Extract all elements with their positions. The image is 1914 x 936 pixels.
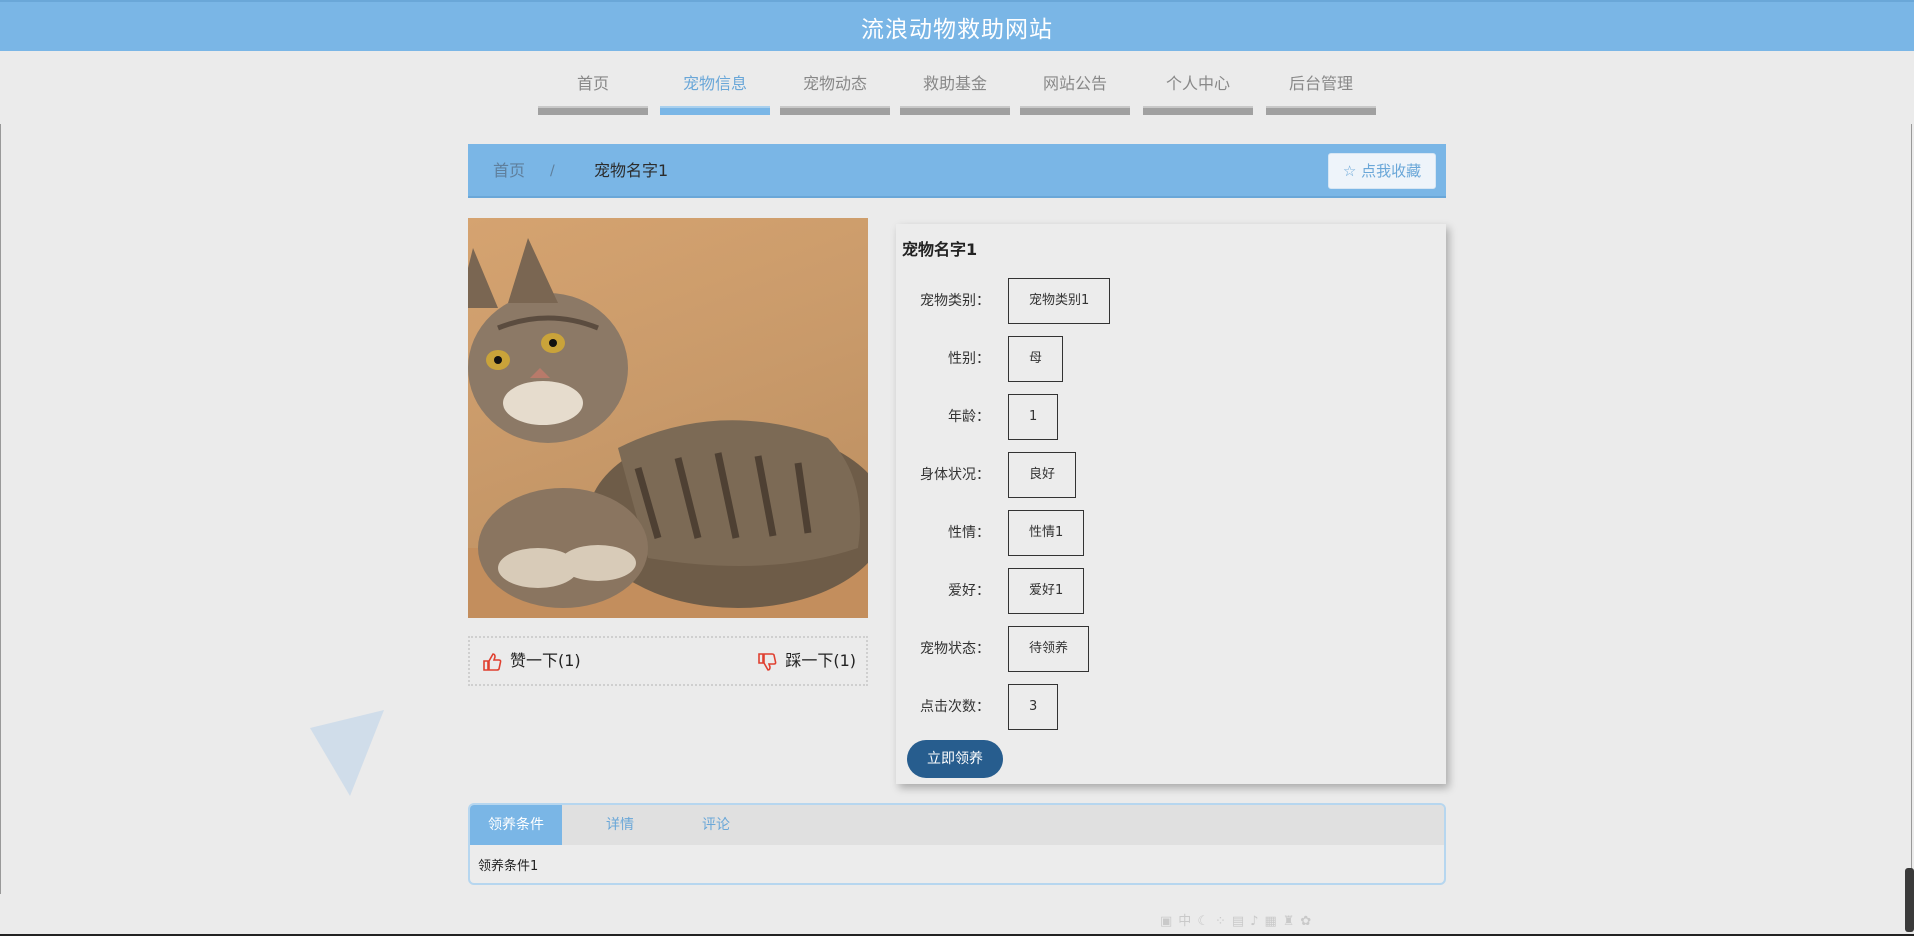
nav-item-underline <box>1143 106 1253 115</box>
field-value: 良好 <box>1008 452 1077 498</box>
nav-item-label: 救助基金 <box>922 74 987 93</box>
toolbar-icon-skin: ▣ <box>1160 914 1179 929</box>
nav-item-underline <box>538 106 648 115</box>
field-label: 宠物类别： <box>920 293 990 309</box>
scrollbar-thumb[interactable] <box>1905 868 1914 932</box>
pet-photo <box>468 218 868 618</box>
toolbar-icon-mic: ♪ <box>1250 914 1265 929</box>
nav-item-personal-center[interactable]: 个人中心 <box>1143 70 1253 115</box>
field-value: 宠物类别1 <box>1008 278 1111 324</box>
field-label: 年龄： <box>948 409 990 425</box>
site-header: 流浪动物救助网站 <box>0 0 1914 51</box>
toolbar-icon-dots: ⁘ <box>1214 914 1232 929</box>
nav-item-label: 后台管理 <box>1288 74 1353 93</box>
toolbar-icon-shirt: ♜ <box>1282 914 1301 929</box>
field-row-hobby: 爱好： 爱好1 <box>896 568 1436 614</box>
pet-info-card: 宠物名字1 宠物类别： 宠物类别1 性别： 母 年龄： 1 身体状况： 良好 性… <box>896 224 1446 784</box>
pet-name: 宠物名字1 <box>902 240 978 259</box>
field-row-temperament: 性情： 性情1 <box>896 510 1436 556</box>
field-row-status: 宠物状态： 待领养 <box>896 626 1436 672</box>
field-value: 性情1 <box>1008 510 1085 556</box>
field-value: 3 <box>1008 684 1059 730</box>
field-value: 母 <box>1008 336 1064 382</box>
toolbar-icon-grid: ▦ <box>1264 914 1283 929</box>
star-icon: ☆ <box>1342 162 1357 180</box>
nav-item-underline <box>1266 106 1376 115</box>
field-value: 1 <box>1008 394 1059 440</box>
tab-content: 领养条件1 <box>478 859 539 874</box>
nav-item-admin[interactable]: 后台管理 <box>1266 70 1376 115</box>
thumbs-down-icon <box>758 652 777 671</box>
like-button[interactable]: 赞一下(1) <box>482 638 581 684</box>
field-label: 点击次数： <box>920 699 990 715</box>
cat-photo-icon <box>468 238 868 618</box>
nav-item-label: 个人中心 <box>1165 74 1230 93</box>
dislike-label: 踩一下(1) <box>785 651 856 670</box>
nav-item-home[interactable]: 首页 <box>538 70 648 115</box>
field-value: 爱好1 <box>1008 568 1085 614</box>
nav-item-underline <box>900 106 1010 115</box>
page-frame-right <box>1911 124 1912 894</box>
field-row-category: 宠物类别： 宠物类别1 <box>896 278 1436 324</box>
nav-item-underline <box>780 106 890 115</box>
site-title: 流浪动物救助网站 <box>861 16 1053 43</box>
breadcrumb-current: 宠物名字1 <box>594 161 669 180</box>
decorative-triangle <box>310 710 384 796</box>
breadcrumb-home-link[interactable]: 首页 <box>493 144 525 198</box>
breadcrumb: 首页 / 宠物名字1 ☆ 点我收藏 <box>468 144 1446 198</box>
tab-adoption-conditions[interactable]: 领养条件 <box>470 805 562 845</box>
breadcrumb-separator: / <box>550 163 555 179</box>
toolbar-icon-keyboard: ▤ <box>1231 914 1251 929</box>
tab-details[interactable]: 详情 <box>580 805 660 845</box>
like-label: 赞一下(1) <box>510 651 581 670</box>
nav-item-rescue-fund[interactable]: 救助基金 <box>900 70 1010 115</box>
tab-header: 领养条件 详情 评论 <box>470 805 1444 845</box>
field-row-gender: 性别： 母 <box>896 336 1436 382</box>
nav-item-label: 网站公告 <box>1042 74 1107 93</box>
dislike-button[interactable]: 踩一下(1) <box>757 638 856 684</box>
field-label: 爱好： <box>948 583 990 599</box>
nav-item-label: 宠物动态 <box>802 74 867 93</box>
nav-item-pet-info[interactable]: 宠物信息 <box>660 70 770 115</box>
detail-tabs: 领养条件 详情 评论 领养条件1 <box>468 803 1446 885</box>
favorite-button[interactable]: ☆ 点我收藏 <box>1328 153 1436 189</box>
input-method-toolbar[interactable]: ▣中☾⁘▤♪▦♜✿ <box>1160 910 1317 929</box>
nav-item-label: 首页 <box>576 74 609 93</box>
field-label: 性情： <box>948 525 990 541</box>
nav-item-underline <box>1020 106 1130 115</box>
field-label: 宠物状态： <box>920 641 990 657</box>
gear-icon: ✿ <box>1300 914 1318 929</box>
field-row-age: 年龄： 1 <box>896 394 1436 440</box>
thumbs-up-icon <box>483 652 502 671</box>
vote-panel: 赞一下(1) 踩一下(1) <box>468 636 868 686</box>
nav-item-pet-news[interactable]: 宠物动态 <box>780 70 890 115</box>
tab-comments[interactable]: 评论 <box>676 805 756 845</box>
toolbar-icon-moon: ☾ <box>1197 914 1215 929</box>
field-row-click-count: 点击次数： 3 <box>896 684 1436 730</box>
field-label: 性别： <box>948 351 990 367</box>
nav-item-label: 宠物信息 <box>682 74 747 93</box>
field-label: 身体状况： <box>920 467 990 483</box>
field-value: 待领养 <box>1008 626 1090 672</box>
toolbar-icon-chinese: 中 <box>1178 914 1198 929</box>
main-nav: 首页 宠物信息 宠物动态 救助基金 网站公告 个人中心 后台管理 <box>0 70 1914 115</box>
field-row-health: 身体状况： 良好 <box>896 452 1436 498</box>
adopt-now-button[interactable]: 立即领养 <box>907 740 1003 778</box>
page-frame-left <box>0 124 1 894</box>
nav-item-announcements[interactable]: 网站公告 <box>1020 70 1130 115</box>
nav-item-underline <box>660 106 770 115</box>
favorite-button-label: 点我收藏 <box>1361 162 1422 180</box>
